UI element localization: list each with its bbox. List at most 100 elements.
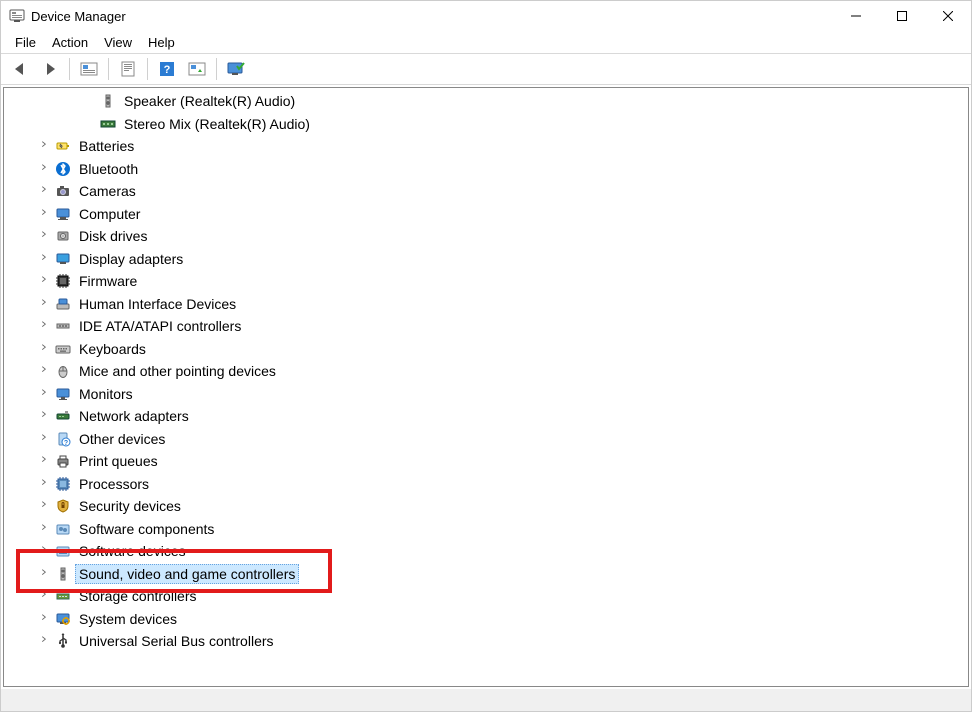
camera-icon [55,183,71,199]
expander-icon[interactable] [39,409,53,423]
tree-item[interactable]: IDE ATA/ATAPI controllers [4,315,968,338]
app-icon [9,8,25,24]
stereo-mix-icon [100,116,116,132]
tree-item-label: Processors [75,474,153,494]
tree-item[interactable]: Storage controllers [4,585,968,608]
toolbar-help-button[interactable]: ? [154,56,180,82]
expander-icon[interactable] [39,319,53,333]
expander-icon[interactable] [39,252,53,266]
tree-item[interactable]: Monitors [4,383,968,406]
window-maximize-button[interactable] [879,1,925,31]
toolbar-show-hidden-button[interactable] [76,56,102,82]
battery-icon [55,138,71,154]
security-icon [55,498,71,514]
expander-icon[interactable] [39,432,53,446]
expander-icon[interactable] [39,274,53,288]
tree-item[interactable]: Print queues [4,450,968,473]
expander-icon[interactable] [84,117,98,131]
toolbar-scan-button[interactable] [184,56,210,82]
tree-item[interactable]: System devices [4,608,968,631]
expander-icon[interactable] [39,612,53,626]
tree-item[interactable]: Batteries [4,135,968,158]
tree-item[interactable]: Disk drives [4,225,968,248]
tree-item[interactable]: Display adapters [4,248,968,271]
tree-item[interactable]: Sound, video and game controllers [4,563,968,586]
disk-icon [55,228,71,244]
expander-icon[interactable] [39,207,53,221]
swdev-icon [55,543,71,559]
titlebar: Device Manager [1,1,971,31]
window-title: Device Manager [31,9,126,24]
expander-icon[interactable] [39,544,53,558]
window-close-button[interactable] [925,1,971,31]
device-tree[interactable]: Speaker (Realtek(R) Audio)Stereo Mix (Re… [4,88,968,686]
menu-view[interactable]: View [96,33,140,52]
tree-item-label: Cameras [75,181,140,201]
tree-item[interactable]: Bluetooth [4,158,968,181]
expander-icon[interactable] [39,522,53,536]
expander-icon[interactable] [39,634,53,648]
tree-item[interactable]: Processors [4,473,968,496]
tree-item-label: Universal Serial Bus controllers [75,631,278,651]
tree-item-label: Network adapters [75,406,193,426]
hid-icon [55,296,71,312]
expander-icon[interactable] [39,184,53,198]
separator [1,84,971,85]
storage-icon [55,588,71,604]
tree-item[interactable]: Mice and other pointing devices [4,360,968,383]
expander-icon[interactable] [39,499,53,513]
tree-item[interactable]: Universal Serial Bus controllers [4,630,968,653]
expander-icon[interactable] [39,229,53,243]
tree-item[interactable]: Software devices [4,540,968,563]
tree-item-label: Software devices [75,541,190,561]
toolbar-back-button[interactable] [7,56,33,82]
network-icon [55,408,71,424]
expander-icon[interactable] [39,297,53,311]
expander-icon[interactable] [39,139,53,153]
tree-item[interactable]: Human Interface Devices [4,293,968,316]
tree-item-label: Bluetooth [75,159,142,179]
tree-item-label: Display adapters [75,249,187,269]
expander-icon[interactable] [39,454,53,468]
tree-item-label: Speaker (Realtek(R) Audio) [120,91,299,111]
tree-item[interactable]: Keyboards [4,338,968,361]
menu-action[interactable]: Action [44,33,96,52]
expander-icon[interactable] [39,589,53,603]
tree-item[interactable]: Software components [4,518,968,541]
tree-item[interactable]: Speaker (Realtek(R) Audio) [4,90,968,113]
expander-icon[interactable] [39,342,53,356]
window-minimize-button[interactable] [833,1,879,31]
tree-item-label: Keyboards [75,339,150,359]
firmware-icon [55,273,71,289]
tree-item-label: Mice and other pointing devices [75,361,280,381]
tree-item-label: Monitors [75,384,137,404]
expander-icon[interactable] [39,387,53,401]
tree-item[interactable]: Other devices [4,428,968,451]
expander-icon[interactable] [84,94,98,108]
tree-item[interactable]: Computer [4,203,968,226]
tree-item-label: Other devices [75,429,169,449]
tree-item[interactable]: Cameras [4,180,968,203]
expander-icon[interactable] [39,567,53,581]
toolbar-monitor-check-button[interactable] [223,56,249,82]
menu-file[interactable]: File [7,33,44,52]
display-icon [55,251,71,267]
computer-icon [55,206,71,222]
other-icon [55,431,71,447]
tree-item[interactable]: Security devices [4,495,968,518]
expander-icon[interactable] [39,162,53,176]
tree-item-label: Security devices [75,496,185,516]
tree-item[interactable]: Stereo Mix (Realtek(R) Audio) [4,113,968,136]
toolbar-properties-button[interactable] [115,56,141,82]
tree-item[interactable]: Firmware [4,270,968,293]
system-icon [55,611,71,627]
content-area: Speaker (Realtek(R) Audio)Stereo Mix (Re… [3,87,969,687]
tree-item[interactable]: Network adapters [4,405,968,428]
toolbar-forward-button[interactable] [37,56,63,82]
expander-icon[interactable] [39,477,53,491]
expander-icon[interactable] [39,364,53,378]
toolbar-separator [147,58,148,80]
menu-help[interactable]: Help [140,33,183,52]
tree-item-label: Human Interface Devices [75,294,240,314]
mouse-icon [55,363,71,379]
